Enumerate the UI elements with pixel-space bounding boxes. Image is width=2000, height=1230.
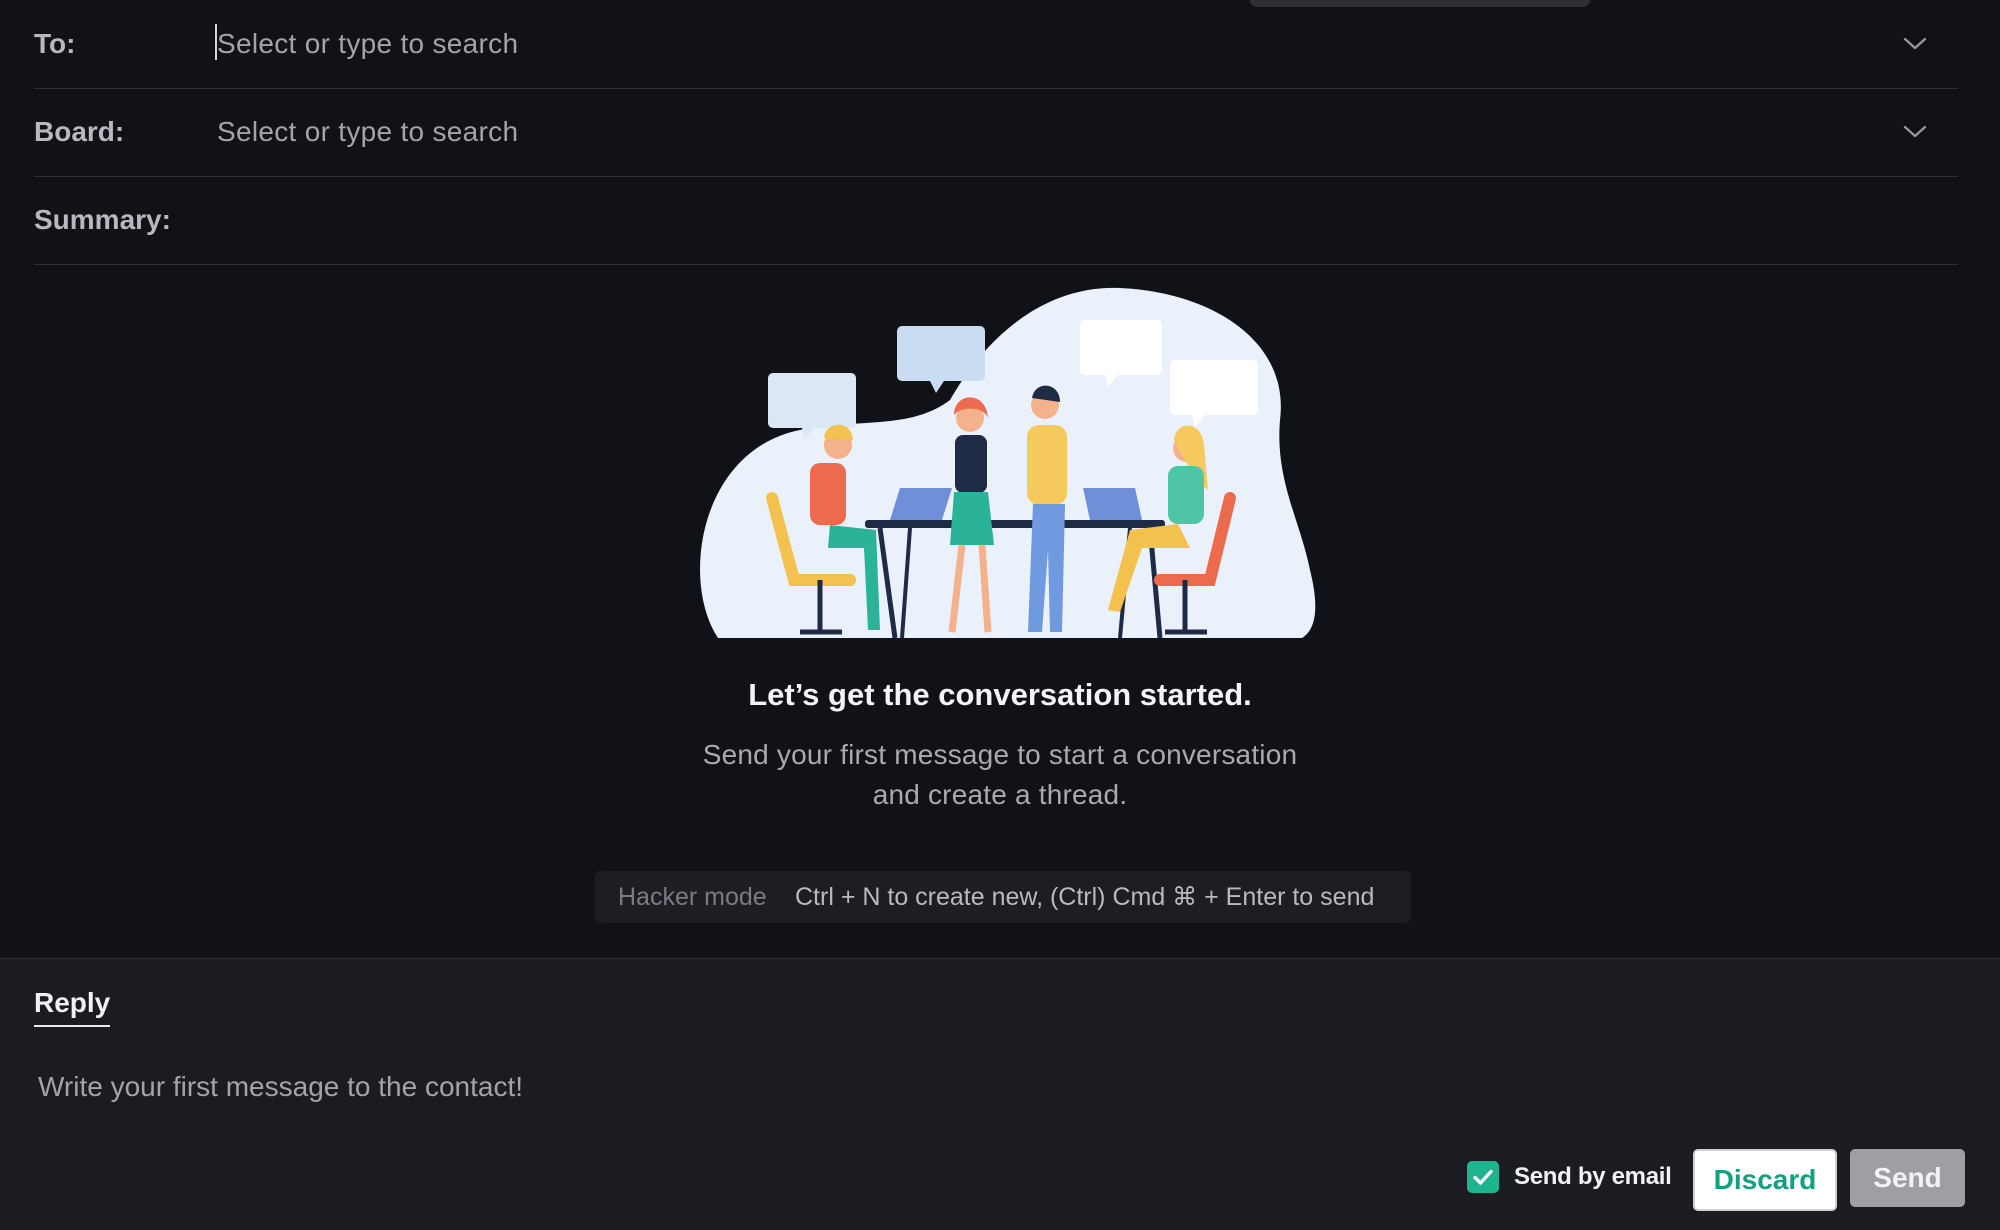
team-conversation-illustration [700,287,1316,639]
empty-state-subline-1: Send your first message to start a conve… [702,739,1298,770]
hacker-mode-hint: Hacker mode Ctrl + N to create new, (Ctr… [595,871,1411,923]
checkmark-icon [1473,1169,1493,1185]
empty-state-headline: Let’s get the conversation started. [748,677,1252,712]
send-by-email-checkbox[interactable] [1467,1161,1499,1193]
chevron-down-icon[interactable] [1900,117,1930,147]
board-input[interactable]: Select or type to search [217,88,518,176]
to-input[interactable]: Select or type to search [217,0,518,88]
board-label: Board: [34,116,125,147]
empty-state-subline-2: and create a thread. [872,779,1128,810]
tab-reply[interactable]: Reply [34,987,111,1027]
reply-panel: Reply Write your first message to the co… [0,958,2000,1230]
chevron-down-icon[interactable] [1900,29,1930,59]
reply-message-input[interactable]: Write your first message to the contact! [38,1071,523,1103]
summary-field-row[interactable]: Summary: [34,176,1958,265]
send-button[interactable]: Send [1850,1149,1965,1207]
to-field-row: To: Select or type to search [34,0,1958,89]
discard-button[interactable]: Discard [1693,1149,1837,1211]
keyboard-shortcut-text: Ctrl + N to create new, (Ctrl) Cmd ⌘ + E… [795,883,1375,911]
send-by-email-label[interactable]: Send by email [1514,1161,1672,1193]
to-label: To: [34,28,76,59]
hacker-mode-label: Hacker mode [618,883,767,911]
summary-label: Summary: [34,204,171,235]
board-field-row: Board: Select or type to search [34,88,1958,177]
